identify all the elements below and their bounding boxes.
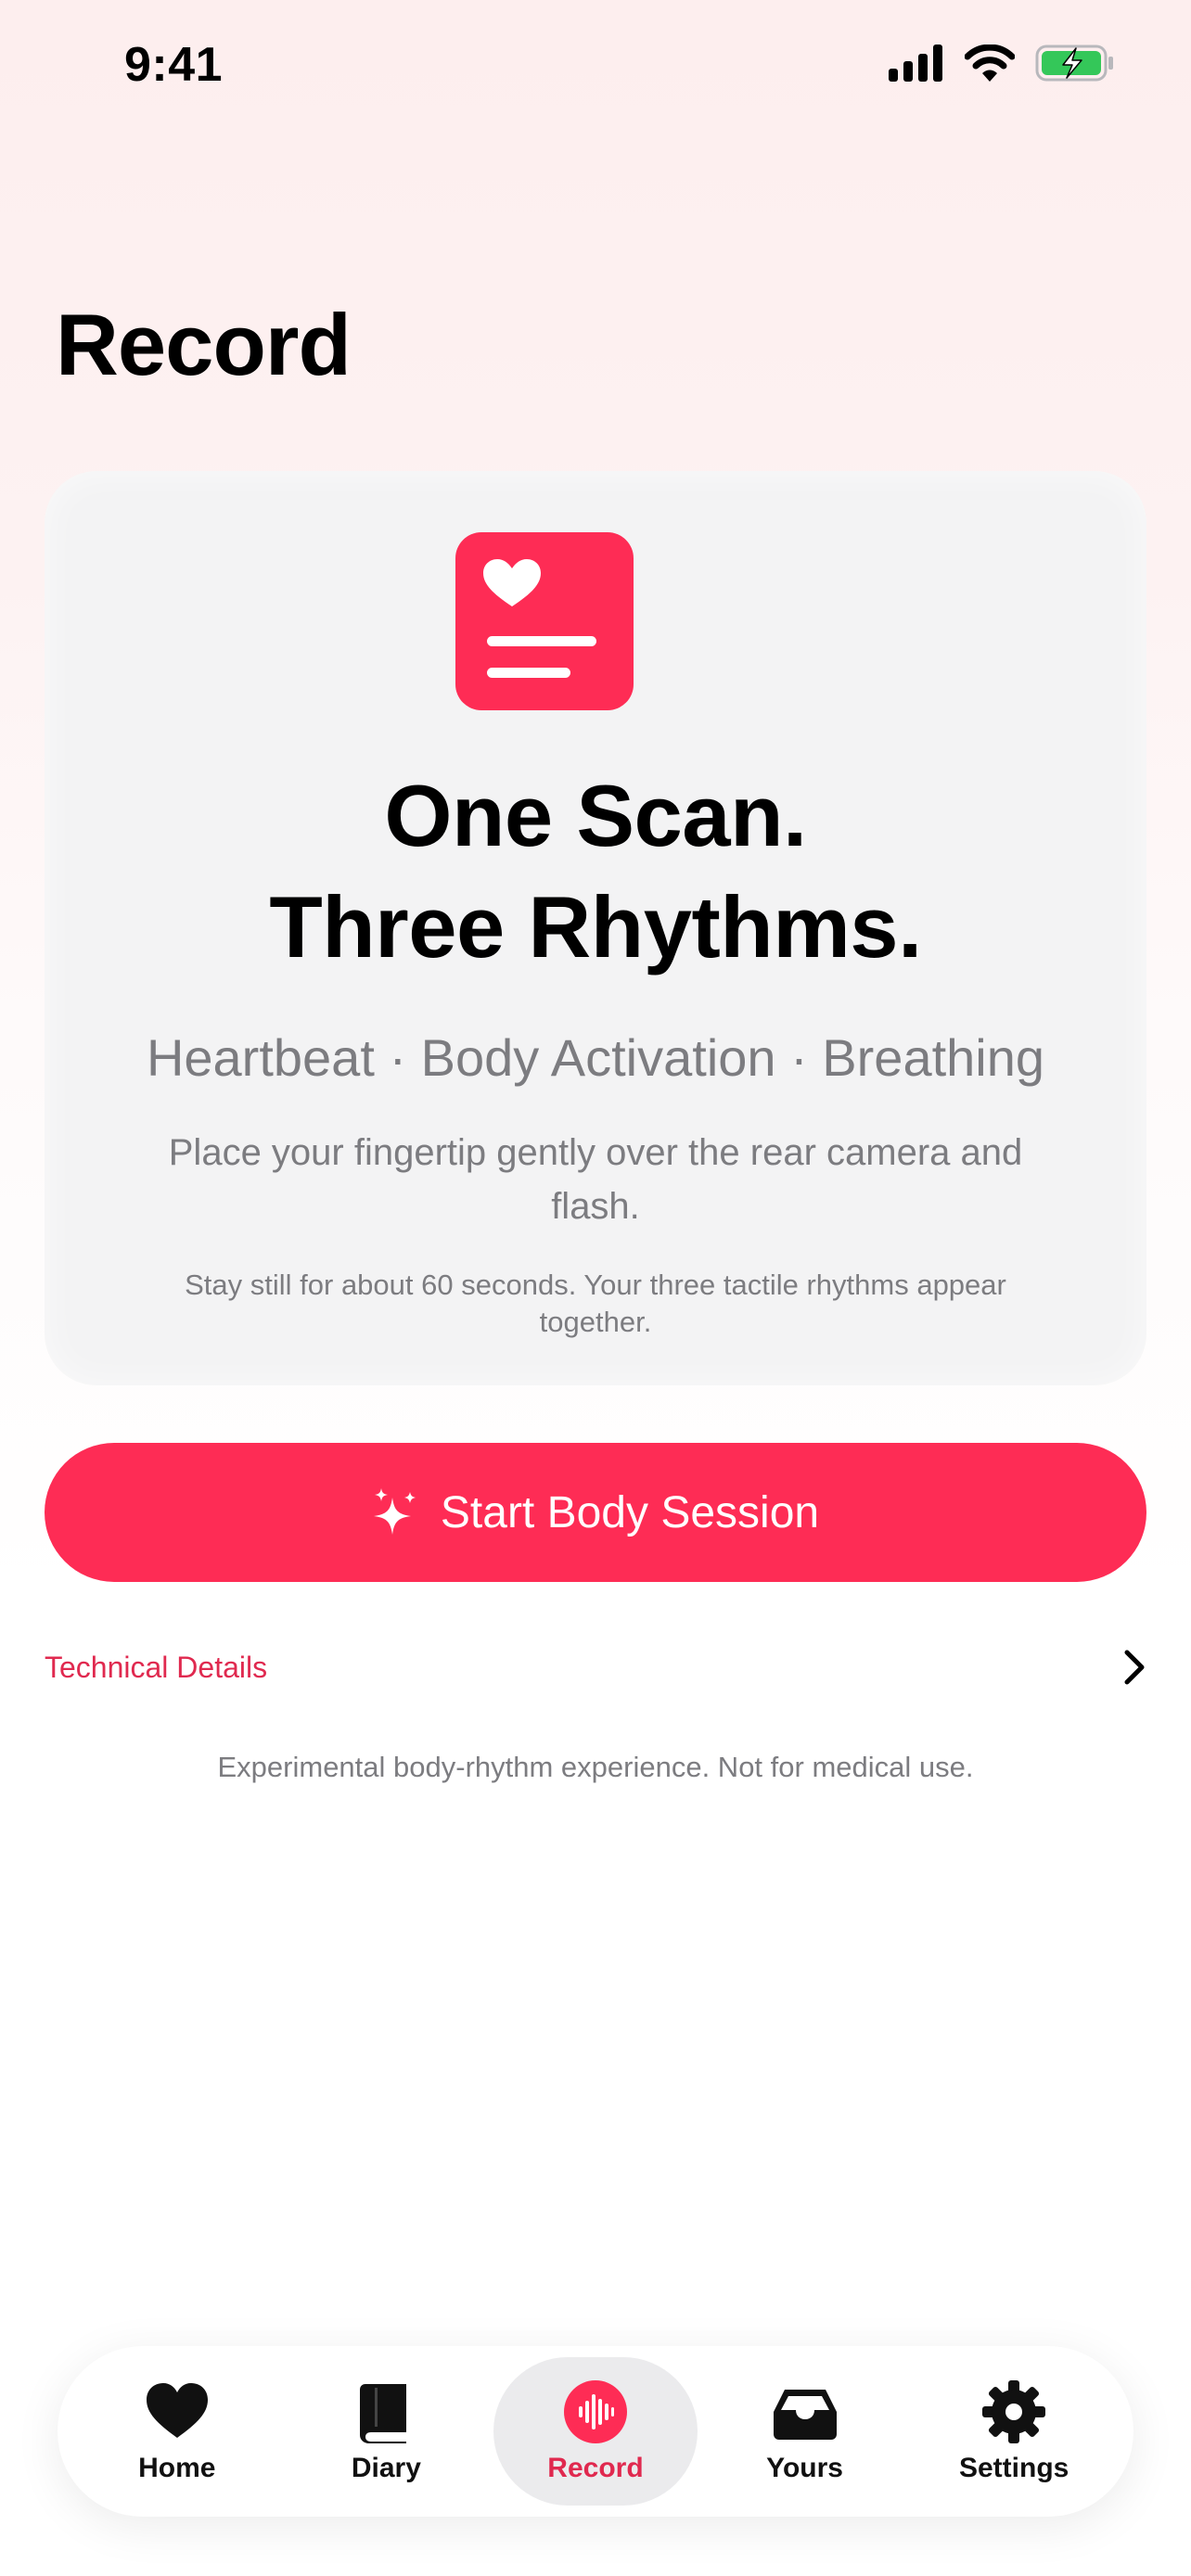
duration-note: Stay still for about 60 seconds. Your th… <box>185 1269 1006 1338</box>
tab-settings[interactable]: Settings <box>912 2357 1116 2506</box>
start-body-session-button[interactable]: Start Body Session <box>45 1443 1146 1582</box>
tab-record-label: Record <box>547 2453 644 2483</box>
hero-card: One Scan. Three Rhythms. Heartbeat · Bod… <box>45 471 1146 1385</box>
page-title: Record <box>56 296 352 393</box>
hero-headline: One Scan. Three Rhythms. <box>45 760 1146 983</box>
tab-bar: Home Diary Record Yours Settings <box>58 2346 1133 2517</box>
tab-record[interactable]: Record <box>493 2357 698 2506</box>
disclaimer-text: Experimental body-rhythm experience. Not… <box>217 1751 974 1783</box>
status-icons <box>889 45 1115 82</box>
instruction-text: Place your fingertip gently over the rea… <box>168 1132 1023 1227</box>
gear-icon <box>982 2380 1046 2443</box>
tray-icon <box>773 2390 837 2440</box>
cellular-signal-icon <box>889 45 942 82</box>
heart-icon <box>146 2383 208 2438</box>
status-time: 9:41 <box>124 38 224 92</box>
technical-details-row[interactable]: Technical Details <box>45 1638 1146 1697</box>
tab-settings-label: Settings <box>958 2453 1069 2483</box>
tab-diary[interactable]: Diary <box>284 2357 488 2506</box>
tab-home-label: Home <box>138 2453 216 2483</box>
start-body-session-label: Start Body Session <box>440 1487 820 1537</box>
waveform-icon <box>563 2380 627 2443</box>
status-bar: 9:41 <box>0 0 1191 139</box>
tab-yours[interactable]: Yours <box>703 2357 907 2506</box>
technical-details-label: Technical Details <box>45 1650 268 1684</box>
tab-home[interactable]: Home <box>75 2357 279 2506</box>
battery-charging-icon <box>1035 45 1113 82</box>
tab-diary-label: Diary <box>351 2453 421 2483</box>
book-icon <box>360 2384 407 2443</box>
rhythms-list: Heartbeat · Body Activation · Breathing <box>146 1028 1045 1087</box>
hero-headline-line-2: Three Rhythms. <box>269 878 922 976</box>
wifi-icon <box>965 45 1015 82</box>
heart-document-icon <box>455 532 634 710</box>
sparkles-icon <box>373 1488 416 1535</box>
tab-yours-label: Yours <box>766 2453 843 2483</box>
hero-headline-line-1: One Scan. <box>384 767 807 864</box>
chevron-right-icon <box>1124 1650 1145 1685</box>
